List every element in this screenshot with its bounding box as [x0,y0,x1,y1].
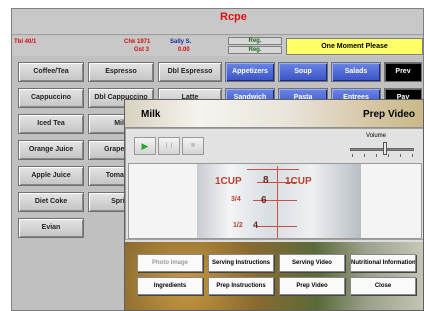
item-button-apple-juice[interactable]: Apple Juice [18,166,84,186]
volume-tick [376,154,377,157]
guest-count: Gst 3 [134,47,150,53]
volume-slider-track[interactable] [350,148,414,151]
screen-title: Rcpe [220,11,247,23]
prep-instructions-button[interactable]: Prep Instructions [208,277,274,295]
cup-line [253,200,297,201]
volume-tick [412,154,413,157]
item-button-orange-juice[interactable]: Orange Juice [18,140,84,160]
category-button-soup[interactable]: Soup [278,62,328,82]
volume-tick [364,154,365,157]
cup-fraction-three-quarters: 3/4 [231,196,241,203]
item-button-espresso[interactable]: Espresso [88,62,154,82]
prep-video-button[interactable]: Prep Video [279,277,345,295]
server-name: Sally S. [170,39,192,45]
serving-video-button[interactable]: Serving Video [279,254,345,272]
cup-label-left: 1CUP [215,176,242,187]
table-number: Tbl 40/1 [14,39,37,45]
item-button-iced-tea[interactable]: Iced Tea [18,114,84,134]
item-button-cappuccino[interactable]: Cappuccino [18,88,84,108]
cup-label-right: 1CUP [285,176,312,187]
pause-icon[interactable]: ❙❙ [158,137,180,155]
dialog-header: Milk Prep Video [125,100,423,128]
check-amount: 0.00 [178,47,190,53]
volume-slider-thumb[interactable] [383,142,387,155]
nutritional-information-button[interactable]: Nutritional Information [350,254,416,272]
item-button-evian[interactable]: Evian [18,218,84,238]
status-message: One Moment Please [286,38,423,55]
cup-fraction-half: 1/2 [233,222,243,229]
reg-badge-1: Reg. [228,37,282,45]
measuring-cup-video-image: 1CUP 1CUP 8 6 4 3/4 1/2 [197,164,361,238]
item-button-coffee-tea[interactable]: Coffee/Tea [18,62,84,82]
prev-button[interactable]: Prev [384,62,422,82]
video-player: ▶ ❙❙ ■ Volume 1CUP 1CUP 8 6 4 3/4 1/2 [125,128,423,240]
category-button-appetizers[interactable]: Appetizers [225,62,275,82]
cup-mark-6: 6 [261,195,267,206]
cup-mark-8: 8 [263,175,269,186]
check-number: Chk 1971 [124,39,151,45]
cup-line [247,169,299,170]
volume-tick [400,154,401,157]
cup-edge-line [277,166,278,238]
reg-badge-2: Reg. [228,46,282,54]
dialog-item-name: Milk [141,109,161,120]
play-icon[interactable]: ▶ [134,137,156,155]
check-info-row: Tbl 40/1 Chk 1971 Gst 3 Sally S. 0.00 Re… [12,36,423,56]
dialog-title: Prep Video [362,109,415,120]
title-bar: Rcpe [12,9,423,35]
serving-instructions-button[interactable]: Serving Instructions [208,254,274,272]
category-button-salads[interactable]: Salads [331,62,381,82]
close-button[interactable]: Close [350,277,416,295]
volume-label: Volume [366,133,387,139]
stop-icon[interactable]: ■ [182,137,204,155]
dialog-action-area: Photo Image Serving Instructions Serving… [125,242,423,310]
volume-tick [352,154,353,157]
item-button-diet-coke[interactable]: Diet Coke [18,192,84,212]
video-frame[interactable]: 1CUP 1CUP 8 6 4 3/4 1/2 [128,163,422,239]
photo-image-button[interactable]: Photo Image [137,254,203,272]
ingredients-button[interactable]: Ingredients [137,277,203,295]
prep-video-dialog: Milk Prep Video ▶ ❙❙ ■ Volume 1CUP 1CUP … [124,99,424,311]
cup-mark-4: 4 [253,220,259,230]
item-button-dbl-espresso[interactable]: Dbl Espresso [158,62,222,82]
volume-tick [388,154,389,157]
